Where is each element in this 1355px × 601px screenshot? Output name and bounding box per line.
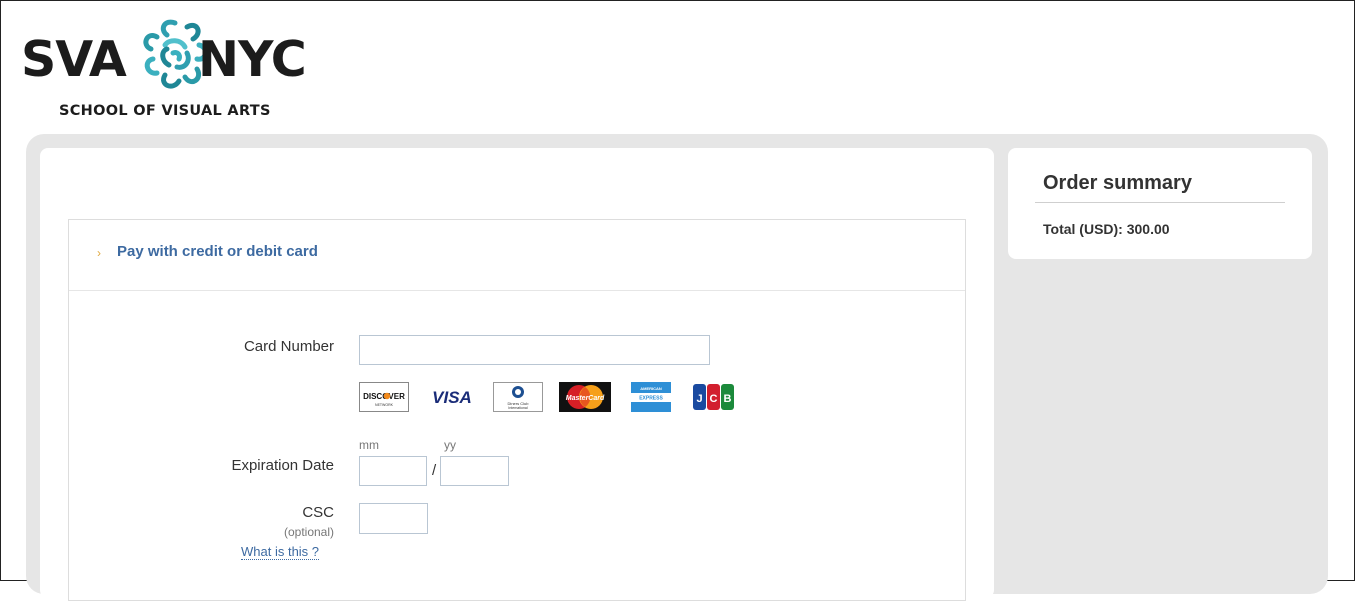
logo-text-nyc: NYC [198, 31, 307, 88]
svg-text:VISA: VISA [432, 388, 472, 407]
order-total: Total (USD): 300.00 [1043, 221, 1170, 237]
csc-input[interactable] [359, 503, 428, 534]
logo-text-sva: SVA [21, 31, 127, 88]
sva-logo[interactable]: SVA NYC SCHOOL OF VISUAL ARTS [21, 15, 341, 125]
order-summary-divider [1035, 202, 1285, 203]
card-number-input[interactable] [359, 335, 710, 365]
discover-card-icon: DISCOVER NETWORK [359, 382, 409, 412]
csc-label: CSC [302, 504, 334, 521]
order-summary-title: Order summary [1043, 172, 1192, 194]
card-number-label: Card Number [243, 338, 334, 355]
csc-help-link[interactable]: What is this ? [241, 544, 320, 560]
logo-subtitle: SCHOOL OF VISUAL ARTS [59, 103, 271, 119]
csc-optional-hint: (optional) [283, 525, 334, 539]
svg-text:AMERICAN: AMERICAN [640, 386, 662, 391]
visa-card-icon: VISA [432, 388, 472, 407]
chevron-right-icon: › [97, 246, 101, 260]
svg-text:NETWORK: NETWORK [375, 403, 394, 407]
month-hint: mm [359, 438, 379, 452]
jcb-card-icon: J C B [693, 384, 734, 410]
year-hint: yy [444, 438, 456, 452]
svg-text:MasterCard: MasterCard [566, 395, 605, 402]
svg-text:International: International [508, 406, 527, 410]
american-express-card-icon: AMERICAN EXPRESS [631, 382, 671, 412]
mastercard-icon: MasterCard [559, 382, 611, 412]
pay-method-header[interactable]: › Pay with credit or debit card [69, 220, 965, 291]
svg-text:C: C [710, 393, 718, 405]
pay-with-card-section: › Pay with credit or debit card Card Num… [68, 219, 966, 601]
order-summary-panel: Order summary Total (USD): 300.00 [1008, 148, 1312, 259]
expiration-month-input[interactable] [359, 456, 427, 486]
diners-club-card-icon: Diners Club International [493, 382, 543, 412]
pay-method-title[interactable]: Pay with credit or debit card [117, 243, 318, 260]
svg-text:EXPRESS: EXPRESS [639, 396, 663, 402]
svg-text:J: J [696, 393, 702, 405]
date-separator: / [432, 462, 437, 479]
expiration-date-label: Expiration Date [231, 457, 334, 474]
expiration-year-input[interactable] [440, 456, 509, 486]
svg-text:B: B [724, 393, 732, 405]
